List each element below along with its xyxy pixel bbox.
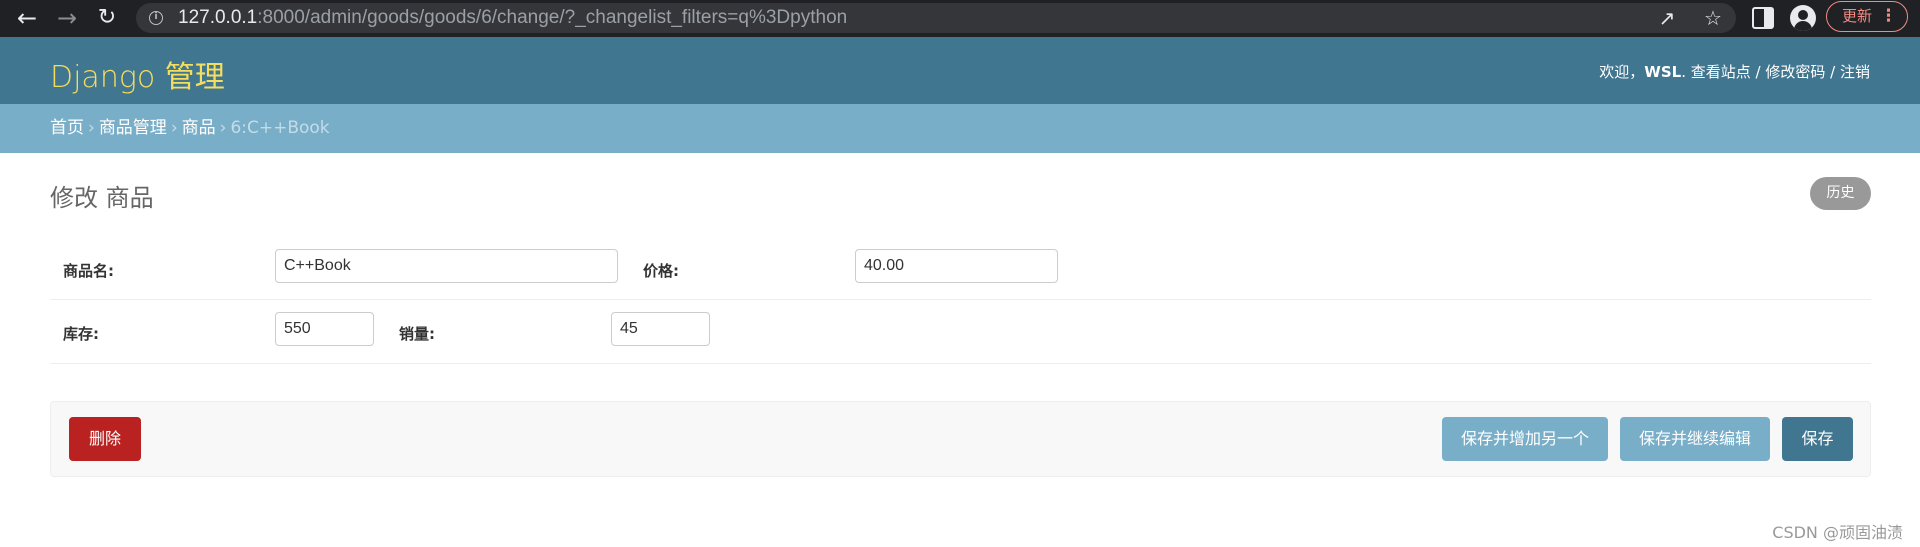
price-label: 价格: [643,262,679,280]
update-label: 更新 [1842,7,1873,25]
username: WSL [1644,63,1682,81]
submit-row: 删除 保存并增加另一个 保存并继续编辑 保存 [50,401,1871,477]
url-text[interactable]: 127.0.0.1:8000/admin/goods/goods/6/chang… [178,3,847,33]
profile-avatar-icon[interactable] [1790,5,1816,31]
menu-dots-icon: ⋮ [1880,6,1897,26]
forward-arrow-icon[interactable]: → [53,4,81,32]
breadcrumb-separator: › [88,118,95,138]
save-add-another-button[interactable]: 保存并增加另一个 [1442,417,1608,461]
watermark-text: CSDN @顽固油渍 [1772,523,1903,542]
breadcrumb-app-link[interactable]: 商品管理 [99,118,167,138]
page-title: 修改 商品 [50,184,154,212]
username-period: . [1681,63,1691,81]
stock-label: 库存: [63,325,99,343]
save-continue-button[interactable]: 保存并继续编辑 [1620,417,1770,461]
browser-toolbar: ← → ↻ i 127.0.0.1:8000/admin/goods/goods… [0,0,1920,37]
address-bar[interactable]: i 127.0.0.1:8000/admin/goods/goods/6/cha… [136,3,1736,33]
delete-button[interactable]: 删除 [69,417,141,461]
welcome-text: 欢迎， [1599,63,1645,81]
reload-icon[interactable]: ↻ [93,4,121,32]
site-info-icon[interactable]: i [149,11,163,25]
breadcrumb: 首页 › 商品管理 › 商品 › 6:C++Book [0,104,1920,153]
sales-label: 销量: [399,325,435,343]
history-button[interactable]: 历史 [1810,177,1871,210]
browser-update-button[interactable]: 更新 ⋮ [1826,1,1908,32]
form-row-name-price: 商品名: 价格: [50,237,1871,300]
breadcrumb-model-link[interactable]: 商品 [182,118,216,138]
change-password-link[interactable]: 修改密码 [1765,63,1825,81]
admin-header: Django 管理 欢迎，WSL. 查看站点 / 修改密码 / 注销 [0,37,1920,104]
site-branding[interactable]: Django 管理 [50,52,225,96]
breadcrumb-separator: › [170,118,178,138]
separator: / [1825,63,1840,81]
url-path: :8000/admin/goods/goods/6/change/?_chang… [257,7,848,28]
bookmark-star-icon[interactable]: ☆ [1701,6,1725,30]
separator: / [1750,63,1766,81]
name-input[interactable] [275,249,618,283]
share-icon[interactable]: ↗ [1655,6,1679,30]
price-input[interactable] [855,249,1058,283]
breadcrumb-current: 6:C++Book [230,118,330,138]
save-button[interactable]: 保存 [1782,417,1853,461]
sales-input[interactable] [611,312,710,346]
user-tools: 欢迎，WSL. 查看站点 / 修改密码 / 注销 [1599,61,1870,82]
url-host: 127.0.0.1 [178,7,258,28]
name-label: 商品名: [63,262,114,280]
view-site-link[interactable]: 查看站点 [1691,63,1751,81]
breadcrumb-home-link[interactable]: 首页 [50,118,84,138]
form-row-stock-sales: 库存: 销量: [50,300,1871,364]
logout-link[interactable]: 注销 [1840,63,1870,81]
stock-input[interactable] [275,312,374,346]
side-panel-icon[interactable] [1752,7,1774,29]
back-arrow-icon[interactable]: ← [13,4,41,32]
breadcrumb-separator: › [219,118,227,138]
